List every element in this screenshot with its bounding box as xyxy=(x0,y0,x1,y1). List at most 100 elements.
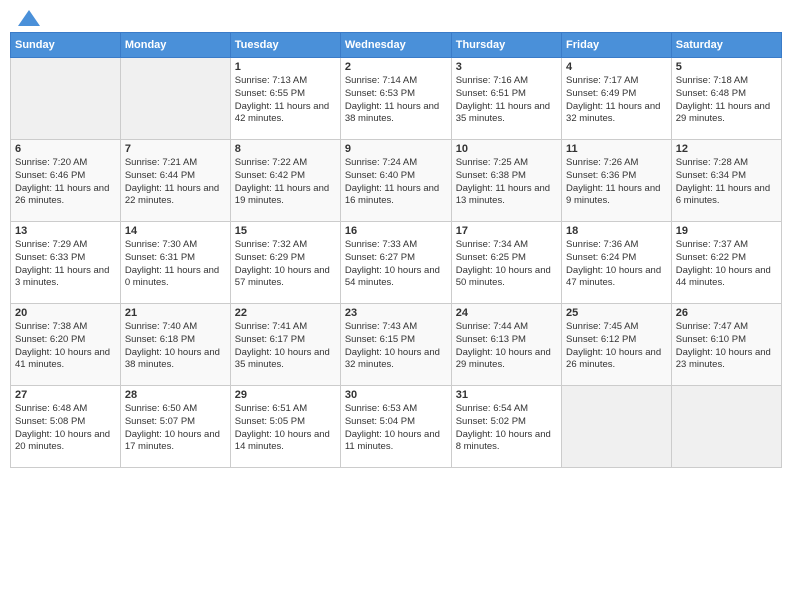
calendar-cell: 15Sunrise: 7:32 AMSunset: 6:29 PMDayligh… xyxy=(230,222,340,304)
calendar-cell: 2 Sunrise: 7:14 AMSunset: 6:53 PMDaylight… xyxy=(340,58,451,140)
day-info: Sunrise: 7:43 AMSunset: 6:15 PMDaylight:… xyxy=(345,321,447,372)
day-info: Sunrise: 7:33 AMSunset: 6:27 PMDaylight:… xyxy=(345,239,447,290)
calendar-cell: 10 Sunrise: 7:25 AMSunset: 6:38 PMDayligh… xyxy=(451,140,561,222)
calendar-cell: 12 Sunrise: 7:28 AMSunset: 6:34 PMDayligh… xyxy=(671,140,781,222)
day-info: Sunrise: 6:50 AMSunset: 5:07 PMDaylight:… xyxy=(125,403,226,454)
day-number: 16 xyxy=(345,225,447,237)
day-info: Sunrise: 7:41 AMSunset: 6:17 PMDaylight:… xyxy=(235,321,336,372)
day-number: 14 xyxy=(125,225,226,237)
day-number: 12 xyxy=(676,143,777,155)
calendar-cell xyxy=(120,58,230,140)
day-number: 8 xyxy=(235,143,336,155)
day-info: Sunrise: 7:25 AMSunset: 6:38 PMDaylight:… xyxy=(456,157,557,208)
day-number: 28 xyxy=(125,389,226,401)
day-number: 22 xyxy=(235,307,336,319)
day-info: Sunrise: 6:53 AMSunset: 5:04 PMDaylight:… xyxy=(345,403,447,454)
calendar-cell: 3 Sunrise: 7:16 AMSunset: 6:51 PMDaylight… xyxy=(451,58,561,140)
day-number: 21 xyxy=(125,307,226,319)
calendar-cell xyxy=(671,386,781,468)
day-number: 15 xyxy=(235,225,336,237)
day-info: Sunrise: 7:16 AMSunset: 6:51 PMDaylight:… xyxy=(456,75,557,126)
column-header-sunday: Sunday xyxy=(11,33,121,58)
column-header-thursday: Thursday xyxy=(451,33,561,58)
calendar-week-row: 6 Sunrise: 7:20 AMSunset: 6:46 PMDaylight… xyxy=(11,140,782,222)
day-number: 18 xyxy=(566,225,667,237)
calendar-cell: 17 Sunrise: 7:34 AMSunset: 6:25 PMDayligh… xyxy=(451,222,561,304)
day-number: 17 xyxy=(456,225,557,237)
day-info: Sunrise: 6:54 AMSunset: 5:02 PMDaylight:… xyxy=(456,403,557,454)
day-number: 29 xyxy=(235,389,336,401)
calendar-week-row: 13 Sunrise: 7:29 AMSunset: 6:33 PMDayligh… xyxy=(11,222,782,304)
column-header-wednesday: Wednesday xyxy=(340,33,451,58)
day-info: Sunrise: 7:47 AMSunset: 6:10 PMDaylight:… xyxy=(676,321,777,372)
day-number: 3 xyxy=(456,61,557,73)
column-header-tuesday: Tuesday xyxy=(230,33,340,58)
calendar-cell: 6 Sunrise: 7:20 AMSunset: 6:46 PMDaylight… xyxy=(11,140,121,222)
day-number: 6 xyxy=(15,143,116,155)
day-number: 10 xyxy=(456,143,557,155)
calendar-cell: 1Sunrise: 7:13 AMSunset: 6:55 PMDaylight… xyxy=(230,58,340,140)
day-number: 7 xyxy=(125,143,226,155)
day-info: Sunrise: 7:38 AMSunset: 6:20 PMDaylight:… xyxy=(15,321,116,372)
column-header-monday: Monday xyxy=(120,33,230,58)
calendar-cell: 24 Sunrise: 7:44 AMSunset: 6:13 PMDayligh… xyxy=(451,304,561,386)
day-info: Sunrise: 7:36 AMSunset: 6:24 PMDaylight:… xyxy=(566,239,667,290)
day-info: Sunrise: 7:13 AMSunset: 6:55 PMDaylight:… xyxy=(235,75,336,126)
calendar-cell: 11 Sunrise: 7:26 AMSunset: 6:36 PMDayligh… xyxy=(562,140,672,222)
day-info: Sunrise: 7:44 AMSunset: 6:13 PMDaylight:… xyxy=(456,321,557,372)
calendar-cell: 7 Sunrise: 7:21 AMSunset: 6:44 PMDaylight… xyxy=(120,140,230,222)
day-info: Sunrise: 7:30 AMSunset: 6:31 PMDaylight:… xyxy=(125,239,226,290)
day-info: Sunrise: 6:51 AMSunset: 5:05 PMDaylight:… xyxy=(235,403,336,454)
calendar-week-row: 20 Sunrise: 7:38 AMSunset: 6:20 PMDayligh… xyxy=(11,304,782,386)
day-info: Sunrise: 7:28 AMSunset: 6:34 PMDaylight:… xyxy=(676,157,777,208)
day-info: Sunrise: 7:21 AMSunset: 6:44 PMDaylight:… xyxy=(125,157,226,208)
calendar-cell: 30Sunrise: 6:53 AMSunset: 5:04 PMDayligh… xyxy=(340,386,451,468)
day-info: Sunrise: 7:45 AMSunset: 6:12 PMDaylight:… xyxy=(566,321,667,372)
calendar-cell xyxy=(11,58,121,140)
calendar-table: SundayMondayTuesdayWednesdayThursdayFrid… xyxy=(10,32,782,468)
calendar-cell: 23Sunrise: 7:43 AMSunset: 6:15 PMDayligh… xyxy=(340,304,451,386)
calendar-cell: 25 Sunrise: 7:45 AMSunset: 6:12 PMDayligh… xyxy=(562,304,672,386)
calendar-week-row: 27 Sunrise: 6:48 AMSunset: 5:08 PMDayligh… xyxy=(11,386,782,468)
day-number: 19 xyxy=(676,225,777,237)
day-info: Sunrise: 7:24 AMSunset: 6:40 PMDaylight:… xyxy=(345,157,447,208)
calendar-cell: 14 Sunrise: 7:30 AMSunset: 6:31 PMDayligh… xyxy=(120,222,230,304)
calendar-cell: 5Sunrise: 7:18 AMSunset: 6:48 PMDaylight… xyxy=(671,58,781,140)
calendar-cell: 31 Sunrise: 6:54 AMSunset: 5:02 PMDayligh… xyxy=(451,386,561,468)
calendar-cell: 22 Sunrise: 7:41 AMSunset: 6:17 PMDayligh… xyxy=(230,304,340,386)
calendar-cell: 29 Sunrise: 6:51 AMSunset: 5:05 PMDayligh… xyxy=(230,386,340,468)
day-info: Sunrise: 6:48 AMSunset: 5:08 PMDaylight:… xyxy=(15,403,116,454)
calendar-cell: 27 Sunrise: 6:48 AMSunset: 5:08 PMDayligh… xyxy=(11,386,121,468)
calendar-cell: 16 Sunrise: 7:33 AMSunset: 6:27 PMDayligh… xyxy=(340,222,451,304)
day-info: Sunrise: 7:34 AMSunset: 6:25 PMDaylight:… xyxy=(456,239,557,290)
day-info: Sunrise: 7:20 AMSunset: 6:46 PMDaylight:… xyxy=(15,157,116,208)
day-info: Sunrise: 7:37 AMSunset: 6:22 PMDaylight:… xyxy=(676,239,777,290)
calendar-cell: 20 Sunrise: 7:38 AMSunset: 6:20 PMDayligh… xyxy=(11,304,121,386)
calendar-cell: 8 Sunrise: 7:22 AMSunset: 6:42 PMDaylight… xyxy=(230,140,340,222)
calendar-header-row: SundayMondayTuesdayWednesdayThursdayFrid… xyxy=(11,33,782,58)
day-info: Sunrise: 7:26 AMSunset: 6:36 PMDaylight:… xyxy=(566,157,667,208)
calendar-cell: 4 Sunrise: 7:17 AMSunset: 6:49 PMDaylight… xyxy=(562,58,672,140)
calendar-cell: 9Sunrise: 7:24 AMSunset: 6:40 PMDaylight… xyxy=(340,140,451,222)
day-number: 20 xyxy=(15,307,116,319)
day-info: Sunrise: 7:17 AMSunset: 6:49 PMDaylight:… xyxy=(566,75,667,126)
calendar-cell: 21 Sunrise: 7:40 AMSunset: 6:18 PMDayligh… xyxy=(120,304,230,386)
day-number: 24 xyxy=(456,307,557,319)
day-info: Sunrise: 7:40 AMSunset: 6:18 PMDaylight:… xyxy=(125,321,226,372)
day-info: Sunrise: 7:22 AMSunset: 6:42 PMDaylight:… xyxy=(235,157,336,208)
calendar-cell: 28 Sunrise: 6:50 AMSunset: 5:07 PMDayligh… xyxy=(120,386,230,468)
column-header-saturday: Saturday xyxy=(671,33,781,58)
day-number: 31 xyxy=(456,389,557,401)
day-info: Sunrise: 7:29 AMSunset: 6:33 PMDaylight:… xyxy=(15,239,116,290)
day-number: 5 xyxy=(676,61,777,73)
calendar-week-row: 1Sunrise: 7:13 AMSunset: 6:55 PMDaylight… xyxy=(11,58,782,140)
column-header-friday: Friday xyxy=(562,33,672,58)
day-number: 4 xyxy=(566,61,667,73)
calendar-cell: 26Sunrise: 7:47 AMSunset: 6:10 PMDayligh… xyxy=(671,304,781,386)
day-number: 11 xyxy=(566,143,667,155)
day-number: 27 xyxy=(15,389,116,401)
day-number: 2 xyxy=(345,61,447,73)
day-info: Sunrise: 7:14 AMSunset: 6:53 PMDaylight:… xyxy=(345,75,447,126)
day-number: 25 xyxy=(566,307,667,319)
day-number: 13 xyxy=(15,225,116,237)
